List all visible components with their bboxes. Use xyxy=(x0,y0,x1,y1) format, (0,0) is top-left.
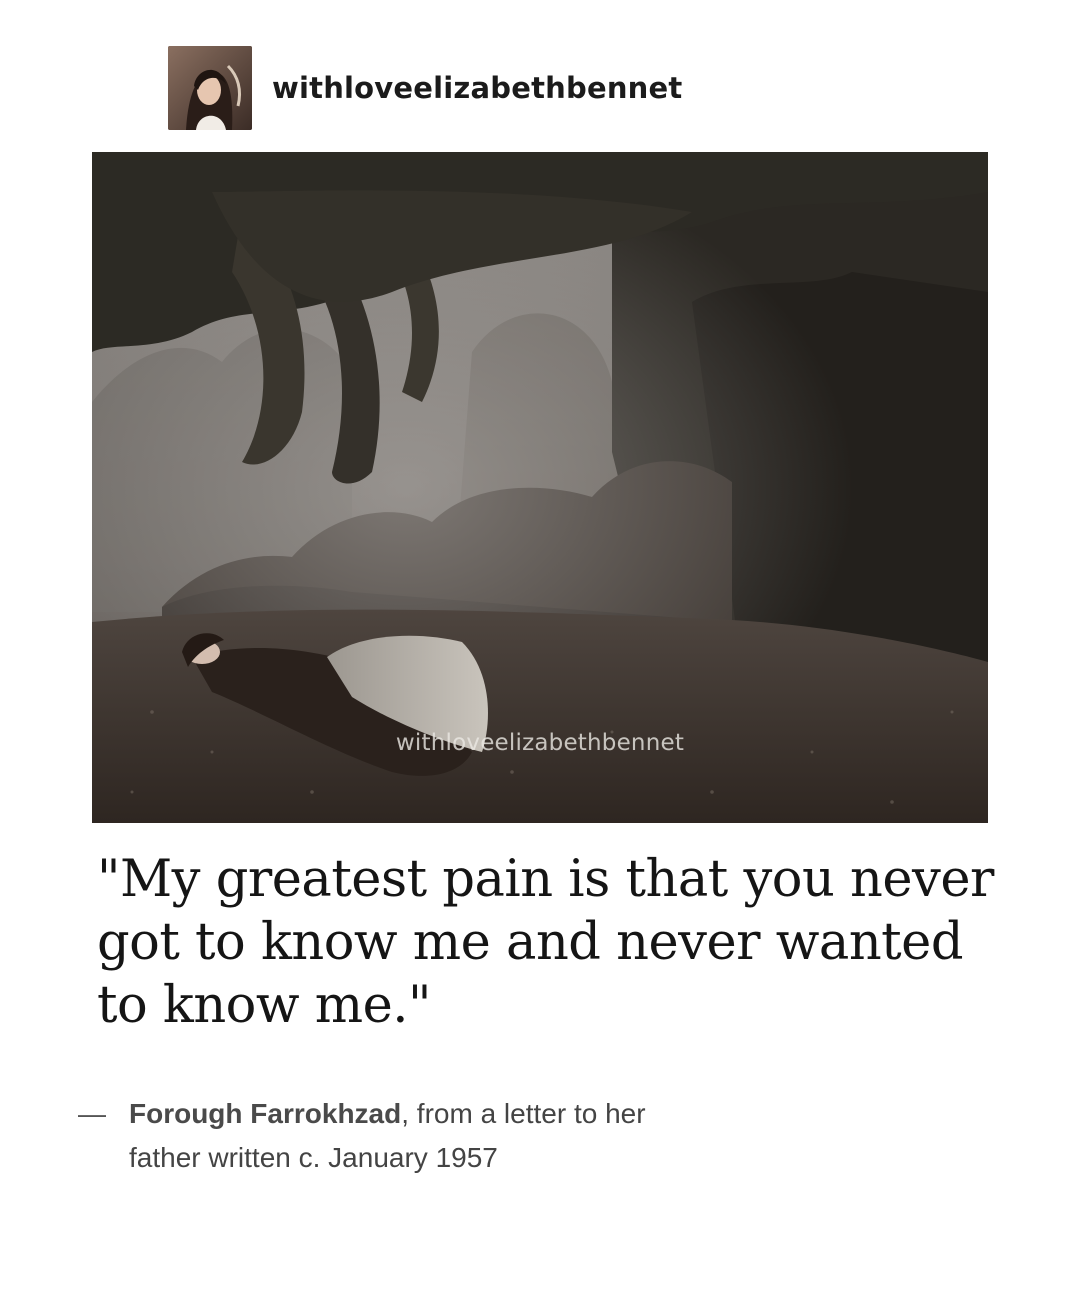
attribution-rest: , from a letter to her xyxy=(401,1098,646,1129)
avatar[interactable] xyxy=(168,46,252,130)
avatar-image xyxy=(168,46,252,130)
attribution-line-1: Forough Farrokhzad, from a letter to her xyxy=(129,1092,749,1136)
author-name: Forough Farrokhzad xyxy=(129,1098,402,1129)
quote-text: "My greatest pain is that you never got … xyxy=(97,850,994,1035)
post-photo[interactable]: withloveelizabethbennet xyxy=(92,152,988,823)
attribution-text: Forough Farrokhzad, from a letter to her… xyxy=(129,1092,749,1180)
post-header: withloveelizabethbennet xyxy=(168,46,682,130)
username[interactable]: withloveelizabethbennet xyxy=(272,71,682,105)
attribution-dash: — xyxy=(78,1098,106,1129)
attribution-line-2: father written c. January 1957 xyxy=(129,1142,498,1173)
misty-forest-photo xyxy=(92,152,988,823)
